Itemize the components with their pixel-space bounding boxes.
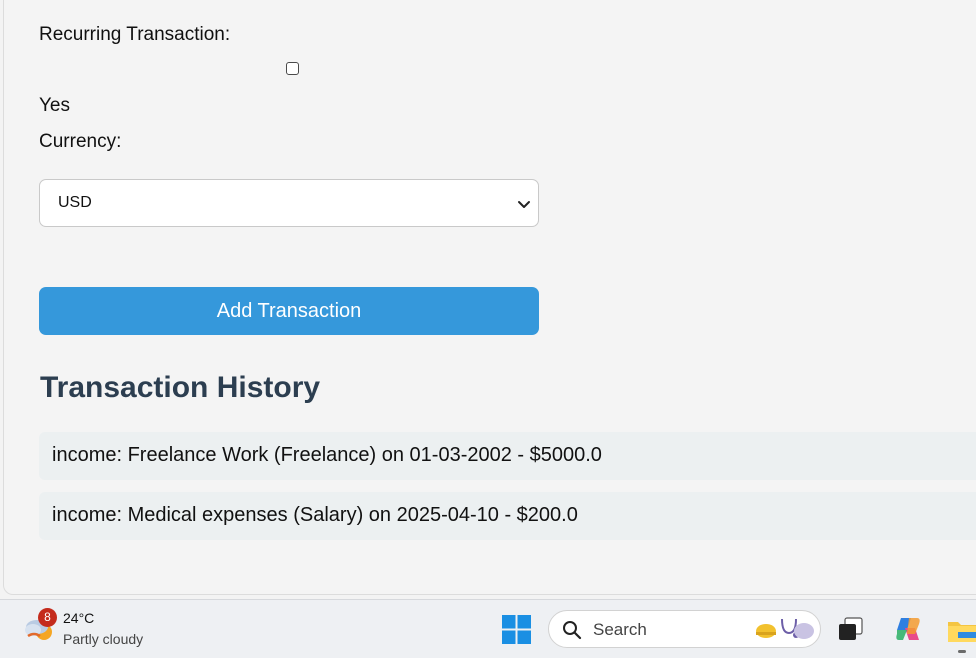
history-list-item: income: Medical expenses (Salary) on 202… <box>39 492 976 540</box>
active-app-indicator <box>958 650 966 653</box>
chevron-down-icon <box>518 201 530 208</box>
search-icon <box>563 621 582 640</box>
currency-select[interactable]: USD <box>39 179 539 227</box>
add-transaction-button[interactable]: Add Transaction <box>39 287 539 335</box>
taskbar-search-box[interactable]: Search <box>548 610 821 648</box>
weather-notification-badge: 8 <box>38 608 57 627</box>
recurring-checkbox[interactable] <box>286 62 299 75</box>
weather-temperature[interactable]: 24°C <box>63 610 94 626</box>
search-highlight-illustration-icon <box>756 618 814 639</box>
file-explorer-icon[interactable] <box>946 614 976 644</box>
weather-condition[interactable]: Partly cloudy <box>63 631 143 647</box>
history-list-item: income: Freelance Work (Freelance) on 01… <box>39 432 976 480</box>
transaction-history-heading: Transaction History <box>40 371 321 404</box>
search-placeholder: Search <box>593 620 647 639</box>
windows-taskbar: 8 24°C Partly cloudy Search <box>0 599 976 658</box>
windows-start-icon[interactable] <box>502 615 531 644</box>
recurring-yes-label[interactable]: Yes <box>39 95 70 117</box>
currency-label: Currency: <box>39 131 122 152</box>
copilot-icon[interactable] <box>893 614 923 644</box>
recurring-transaction-label: Recurring Transaction: <box>39 24 231 45</box>
screen: Recurring Transaction: Yes Currency: USD… <box>0 0 976 658</box>
currency-selected-value: USD <box>58 194 92 211</box>
task-view-icon[interactable] <box>836 614 866 644</box>
